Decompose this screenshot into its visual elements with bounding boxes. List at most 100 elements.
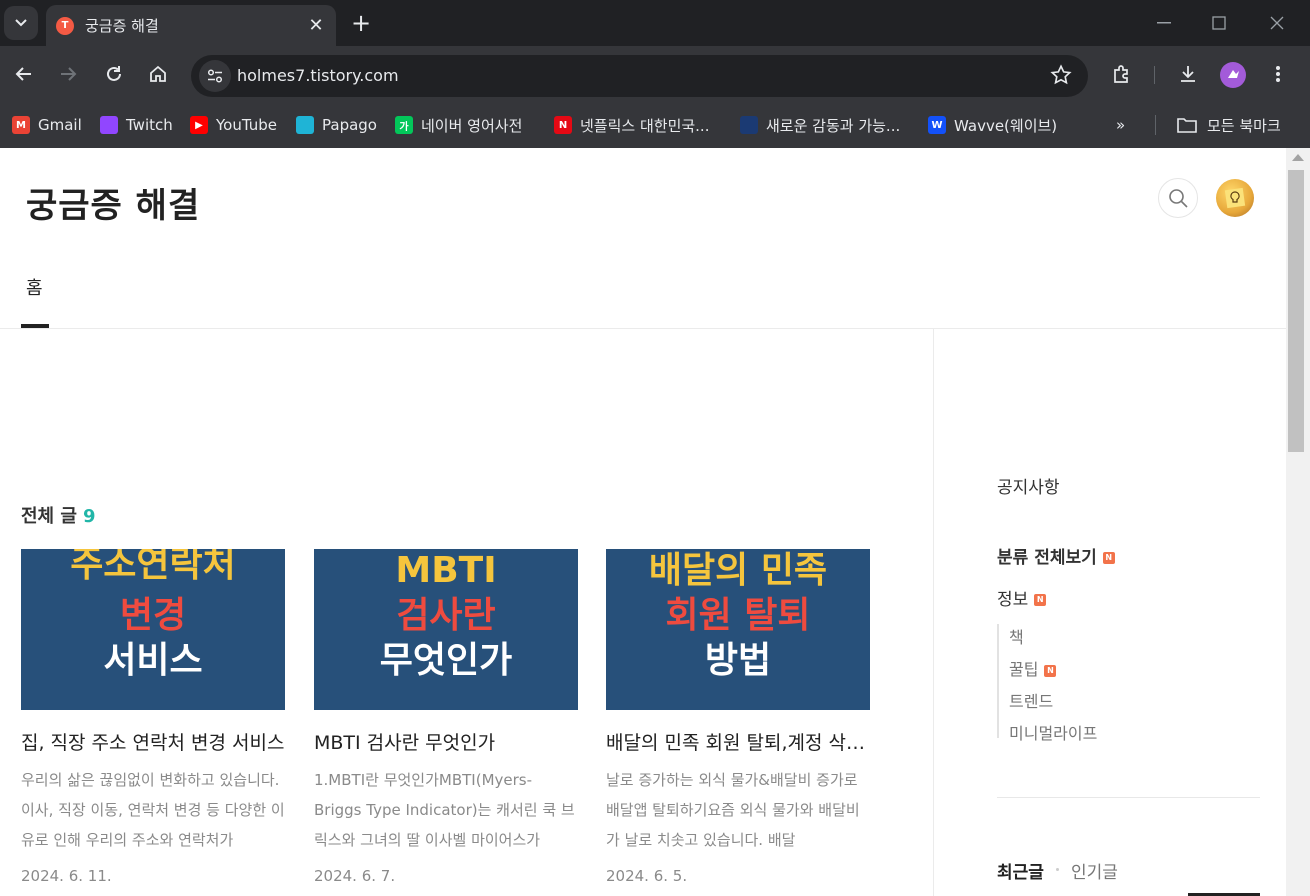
naver-dict-icon: 가 <box>395 116 413 134</box>
tab-popular-posts[interactable]: 인기글 <box>1071 858 1118 883</box>
post-summary: 1.MBTI란 무엇인가MBTI(Myers-Briggs Type Indic… <box>314 771 575 849</box>
bookmark-netflix[interactable]: N 넷플릭스 대한민국... <box>554 113 709 137</box>
scroll-up-arrow-icon[interactable] <box>1292 154 1304 161</box>
active-tab[interactable]: T 궁금증 해결 ✕ <box>46 5 336 46</box>
bookmark-disney[interactable]: 새로운 감동과 가능... <box>740 113 900 137</box>
browser-menu-button[interactable] <box>1264 60 1292 88</box>
subcategory-minimal-life[interactable]: 미니멀라이프 <box>1009 720 1097 744</box>
new-badge: N <box>1044 664 1057 677</box>
search-icon <box>1169 189 1188 208</box>
bookmark-naver-dict[interactable]: 가 네이버 영어사전 <box>395 113 522 137</box>
tab-title: 궁금증 해결 <box>85 17 159 35</box>
post-count: 9 <box>82 506 96 527</box>
post-thumbnail[interactable]: MBTI 검사란 무엇인가 <box>314 549 578 710</box>
maximize-icon <box>1212 16 1226 30</box>
sidebar-divider <box>933 328 934 896</box>
thumbnail-text: 배달의 민족 <box>648 550 828 591</box>
address-bar[interactable]: holmes7.tistory.com <box>191 55 1088 97</box>
bookmark-label: Wavve(웨이브) <box>954 116 1058 135</box>
disney-icon <box>740 116 758 134</box>
sidebar-section-divider <box>997 797 1260 798</box>
arrow-right-icon <box>61 67 77 81</box>
post-title[interactable]: 집, 직장 주소 연락처 변경 서비스 <box>21 728 285 755</box>
toolbar-divider <box>1154 66 1155 84</box>
tune-icon <box>207 69 223 83</box>
forward-button[interactable] <box>54 60 82 88</box>
subcategory-tips-label: 꿀팁 <box>1009 660 1039 679</box>
wavve-icon: W <box>928 116 946 134</box>
nav-home-tab[interactable]: 홈 <box>26 274 43 300</box>
post-card[interactable]: MBTI 검사란 무엇인가 MBTI 검사란 무엇인가 1.MBTI란 무엇인가MBTI… <box>314 549 578 885</box>
header-divider <box>0 328 1286 329</box>
new-badge: N <box>1034 594 1047 606</box>
close-window-button[interactable] <box>1262 8 1292 38</box>
extensions-button[interactable] <box>1108 60 1136 88</box>
more-vert-icon <box>1276 66 1280 82</box>
minimize-button[interactable] <box>1149 8 1179 38</box>
thumbnail-text: 주소연락처 <box>70 549 236 585</box>
post-title[interactable]: 배달의 민족 회원 탈퇴,계정 삭제 방법 <box>606 728 870 755</box>
bookmark-label: YouTube <box>216 116 277 134</box>
arrow-left-icon <box>15 67 31 81</box>
new-tab-button[interactable]: + <box>346 8 376 38</box>
more-bookmarks-button[interactable]: » <box>1116 113 1125 137</box>
post-list-heading: 전체 글9 <box>21 502 95 528</box>
post-summary: 날로 증가하는 외식 물가&배달비 증가로 배달앱 탈퇴하기요즘 외식 물가와 … <box>606 771 860 849</box>
chevron-down-icon <box>15 19 27 27</box>
subcategory-list: 책 꿀팁 N 트렌드 미니멀라이프 <box>997 624 1197 743</box>
reload-button[interactable] <box>100 60 128 88</box>
bookmark-twitch[interactable]: Twitch <box>100 113 173 137</box>
post-date: 2024. 6. 11. <box>21 867 112 885</box>
bookmarks-divider <box>1155 115 1156 135</box>
subcategory-trend[interactable]: 트렌드 <box>1009 688 1053 712</box>
sidebar-notice[interactable]: 공지사항 <box>997 473 1060 498</box>
lightbulb-icon <box>1224 187 1246 209</box>
page-scrollbar[interactable] <box>1286 148 1310 896</box>
downloads-button[interactable] <box>1174 60 1202 88</box>
blog-profile-avatar[interactable] <box>1216 179 1254 217</box>
bookmark-label: Twitch <box>126 116 173 134</box>
post-title[interactable]: MBTI 검사란 무엇인가 <box>314 728 578 755</box>
sidebar-all-categories[interactable]: 분류 전체보기 N <box>997 543 1115 568</box>
post-card[interactable]: 주소연락처 변경 서비스집, 직장 주소 연락처 변경 서비스우리의 삶은 끊임없이… <box>21 549 285 885</box>
all-categories-label: 분류 전체보기 <box>997 548 1097 568</box>
youtube-icon: ▶ <box>190 116 208 134</box>
all-bookmarks-folder[interactable]: 모든 북마크 <box>1177 113 1281 137</box>
all-bookmarks-label: 모든 북마크 <box>1207 116 1281 135</box>
back-button[interactable] <box>10 60 38 88</box>
category-info-label: 정보 <box>997 590 1029 610</box>
bookmark-star-button[interactable] <box>1050 64 1072 90</box>
post-card[interactable]: 배달의 민족회원 탈퇴방법배달의 민족 회원 탈퇴,계정 삭제 방법날로 증가하… <box>606 549 870 885</box>
sidebar-category-info[interactable]: 정보 N <box>997 585 1047 610</box>
tab-recent-posts[interactable]: 최근글 <box>997 858 1044 883</box>
post-thumbnail[interactable]: 배달의 민족 회원 탈퇴 방법 <box>606 549 870 710</box>
site-info-button[interactable] <box>199 60 231 92</box>
bird-icon <box>1228 70 1239 78</box>
bookmark-wavve[interactable]: W Wavve(웨이브) <box>928 113 1057 137</box>
bookmark-label: 넷플릭스 대한민국... <box>580 116 710 135</box>
thumbnail-text: 회원 탈퇴 <box>665 595 811 636</box>
post-thumbnail[interactable]: 주소연락처 변경 서비스 <box>21 549 285 710</box>
home-button[interactable] <box>144 60 172 88</box>
gmail-icon: M <box>12 116 30 134</box>
star-icon <box>1050 64 1072 85</box>
bookmark-gmail[interactable]: M Gmail <box>12 113 82 137</box>
subcategory-book[interactable]: 책 <box>1009 624 1024 648</box>
url-text[interactable]: holmes7.tistory.com <box>237 66 399 85</box>
close-tab-icon[interactable]: ✕ <box>304 15 328 36</box>
blog-title[interactable]: 궁금증 해결 <box>26 178 200 227</box>
bookmark-papago[interactable]: Papago <box>296 113 377 137</box>
subcategory-tips[interactable]: 꿀팁 N <box>1009 656 1057 680</box>
post-list-label: 전체 글 <box>21 506 77 527</box>
search-button[interactable] <box>1158 178 1198 218</box>
post-summary: 우리의 삶은 끊임없이 변화하고 있습니다. 이사, 직장 이동, 연락처 변경… <box>21 771 285 849</box>
maximize-button[interactable] <box>1204 8 1234 38</box>
tab-search-button[interactable] <box>4 6 38 40</box>
post-date: 2024. 6. 5. <box>606 867 688 885</box>
scroll-thumb[interactable] <box>1288 170 1304 452</box>
profile-avatar[interactable] <box>1220 62 1246 88</box>
bookmark-youtube[interactable]: ▶ YouTube <box>190 113 277 137</box>
home-icon <box>150 65 166 82</box>
browser-toolbar: holmes7.tistory.com <box>0 46 1310 102</box>
thumbnail-text: 방법 <box>704 640 772 681</box>
